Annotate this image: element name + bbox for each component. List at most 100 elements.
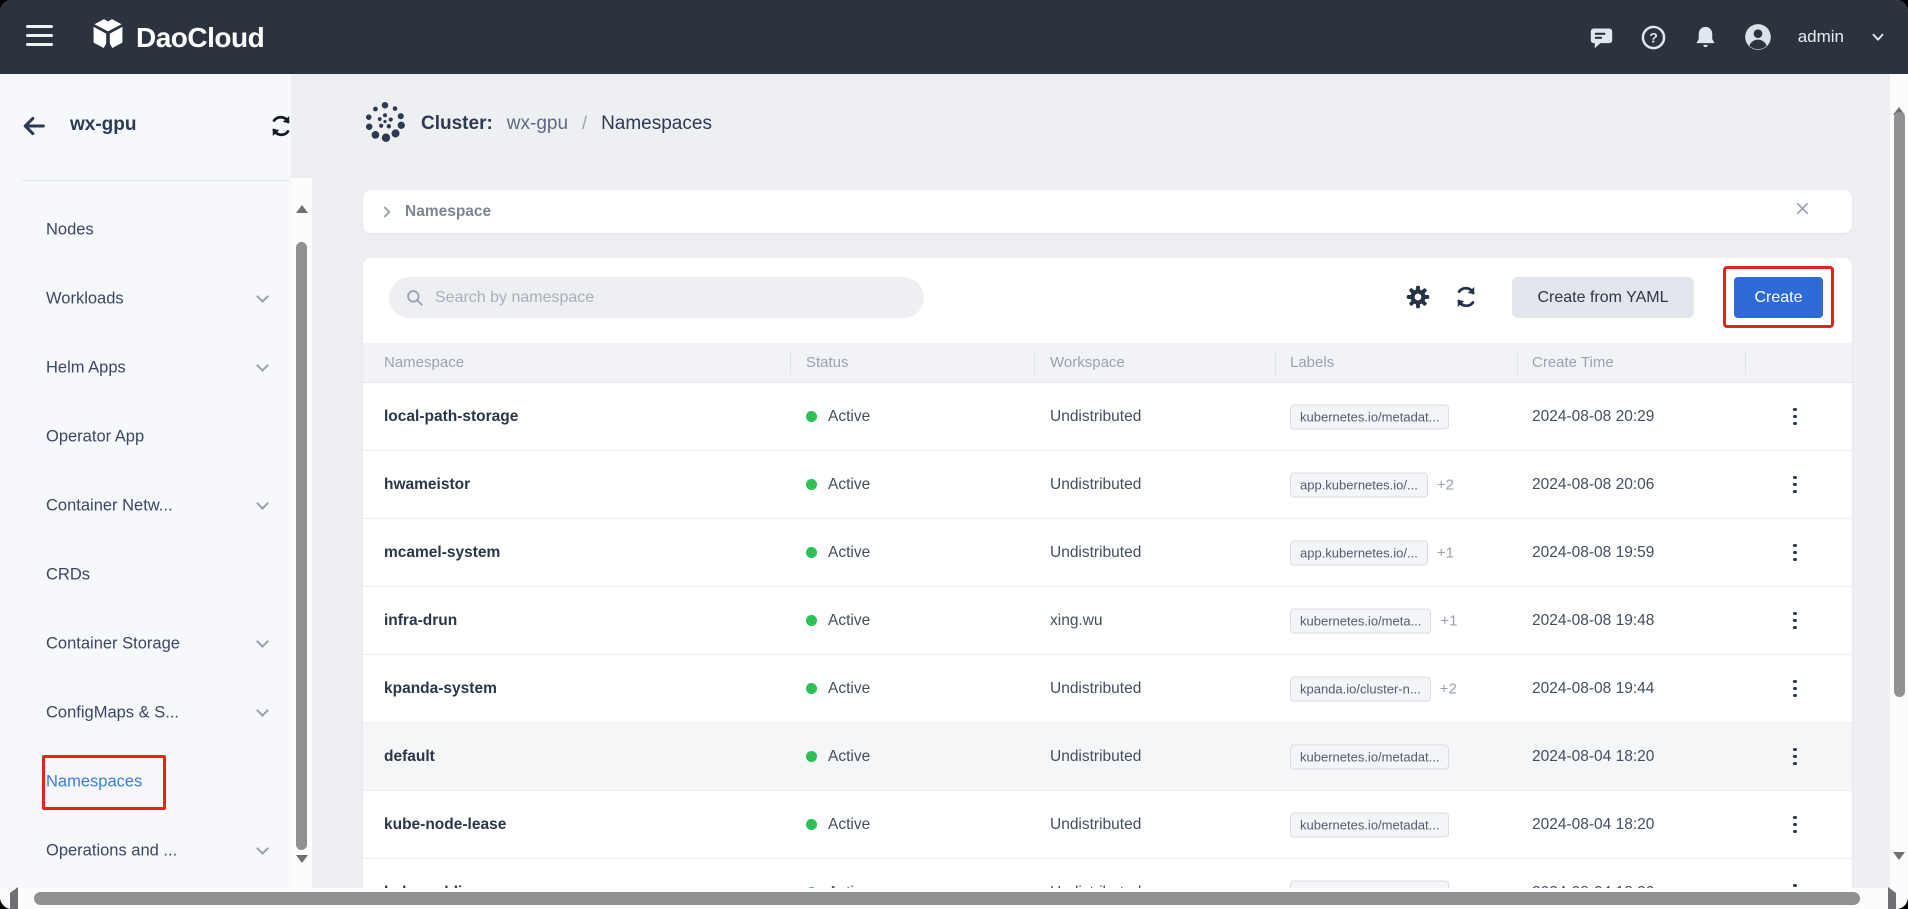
- page-scroll-down-arrow[interactable]: [1893, 860, 1905, 878]
- sidebar-item-container-storage[interactable]: Container Storage: [0, 609, 291, 678]
- label-chip: kubernetes.io/metadat...: [1290, 404, 1449, 429]
- status-dot: [806, 479, 817, 490]
- sidebar-item-nodes[interactable]: Nodes: [0, 195, 291, 264]
- namespace-name[interactable]: hwameistor: [384, 476, 470, 494]
- row-actions-kebab-icon[interactable]: [1777, 671, 1813, 707]
- header-divider: [1517, 352, 1518, 374]
- sidebar-scrollbar-thumb[interactable]: [296, 242, 307, 850]
- header-divider: [1745, 352, 1746, 374]
- sidebar-item-workloads[interactable]: Workloads: [0, 264, 291, 333]
- back-arrow-icon[interactable]: [20, 112, 48, 140]
- page-horizontal-scrollbar-thumb[interactable]: [34, 892, 1860, 905]
- table-row: mcamel-systemActiveUndistributedapp.kube…: [363, 519, 1852, 587]
- table-row: kube-node-leaseActiveUndistributedkubern…: [363, 791, 1852, 859]
- create-button[interactable]: Create: [1734, 277, 1823, 318]
- breadcrumb-cluster-label: Cluster:: [421, 113, 493, 135]
- label-chip: kubernetes.io/meta...: [1290, 608, 1431, 633]
- label-chip: kubernetes.io/metadat...: [1290, 812, 1449, 837]
- status-dot: [806, 411, 817, 422]
- status-cell: Active: [806, 544, 870, 562]
- page-scroll-right-arrow[interactable]: [1888, 893, 1896, 909]
- sidebar-item-namespaces[interactable]: Namespaces: [0, 747, 291, 816]
- sidebar-item-operator-app[interactable]: Operator App: [0, 402, 291, 471]
- sidebar-item-container-netw[interactable]: Container Netw...: [0, 471, 291, 540]
- extra-labels-count: +2: [1440, 680, 1457, 697]
- labels-cell: kubernetes.io/meta...+1: [1290, 608, 1458, 633]
- sidebar-item-label: Operations and ...: [46, 841, 177, 860]
- search-box: [389, 277, 924, 318]
- close-icon[interactable]: [1792, 201, 1812, 221]
- create-time-cell: 2024-08-08 20:29: [1532, 408, 1654, 426]
- gear-icon[interactable]: [1405, 284, 1431, 310]
- page-scroll-up-arrow[interactable]: [1893, 90, 1905, 108]
- workspace-cell: Undistributed: [1050, 476, 1141, 494]
- header-divider: [790, 352, 791, 374]
- status-cell: Active: [806, 748, 870, 766]
- sidebar-cluster-name: wx-gpu: [70, 114, 137, 136]
- table-body: local-path-storage Active Undistributed kub…: [363, 383, 1852, 888]
- labels-cell: kubernetes.io/metadat...: [1290, 880, 1449, 888]
- namespace-name[interactable]: local-path-storage: [384, 408, 518, 426]
- status-cell: Active: [806, 680, 870, 698]
- workspace-cell: xing.wu: [1050, 612, 1103, 630]
- sidebar-item-crds[interactable]: CRDs: [0, 540, 291, 609]
- messages-icon[interactable]: [1588, 23, 1616, 51]
- notifications-icon[interactable]: [1692, 23, 1720, 51]
- search-icon: [405, 288, 425, 308]
- brand-logo[interactable]: DaoCloud: [90, 14, 264, 61]
- label-chip: kubernetes.io/metadat...: [1290, 744, 1449, 769]
- row-actions-kebab-icon[interactable]: [1777, 535, 1813, 571]
- namespace-name[interactable]: default: [384, 748, 435, 766]
- search-input[interactable]: [435, 289, 924, 307]
- breadcrumb-separator: /: [582, 113, 587, 134]
- namespace-name[interactable]: infra-drun: [384, 612, 457, 630]
- labels-cell: kpanda.io/cluster-n...+2: [1290, 676, 1457, 701]
- sidebar-scroll-up-arrow[interactable]: [296, 188, 308, 206]
- table-header: NamespaceStatusWorkspaceLabelsCreate Tim…: [363, 343, 1852, 383]
- hamburger-menu-icon[interactable]: [26, 25, 54, 49]
- header-divider: [1034, 352, 1035, 374]
- row-actions-kebab-icon[interactable]: [1777, 807, 1813, 843]
- chevron-right-icon[interactable]: [379, 206, 390, 217]
- switch-cluster-icon[interactable]: [268, 113, 296, 141]
- cluster-dots-icon: [363, 98, 407, 149]
- status-cell: Active: [806, 612, 870, 630]
- sidebar-item-helm-apps[interactable]: Helm Apps: [0, 333, 291, 402]
- user-avatar-icon[interactable]: [1744, 23, 1772, 51]
- row-actions-kebab-icon[interactable]: [1777, 875, 1813, 889]
- namespace-name[interactable]: mcamel-system: [384, 544, 500, 562]
- namespace-name[interactable]: kpanda-system: [384, 680, 497, 698]
- sidebar-item-label: Nodes: [46, 220, 94, 239]
- sidebar-item-configmaps-s[interactable]: ConfigMaps & S...: [0, 678, 291, 747]
- row-actions-kebab-icon[interactable]: [1777, 739, 1813, 775]
- row-actions-kebab-icon[interactable]: [1777, 603, 1813, 639]
- label-chip: app.kubernetes.io/...: [1290, 472, 1428, 497]
- chevron-down-icon[interactable]: [1868, 23, 1888, 51]
- status-label: Active: [828, 612, 870, 630]
- row-actions-kebab-icon[interactable]: [1777, 467, 1813, 503]
- refresh-icon[interactable]: [1453, 284, 1479, 310]
- header-divider: [1275, 352, 1276, 374]
- labels-cell: app.kubernetes.io/...+1: [1290, 540, 1454, 565]
- status-dot: [806, 751, 817, 762]
- page-scroll-left-arrow[interactable]: [10, 893, 18, 909]
- sidebar-scroll-down-arrow[interactable]: [296, 863, 308, 881]
- daocloud-cube-icon: [90, 14, 126, 61]
- status-label: Active: [828, 476, 870, 494]
- chevron-down-icon: [256, 497, 269, 510]
- chevron-down-icon: [256, 290, 269, 303]
- extra-labels-count: +1: [1437, 544, 1454, 561]
- namespace-name[interactable]: kube-node-lease: [384, 816, 506, 834]
- sidebar-item-operations-and[interactable]: Operations and ...: [0, 816, 291, 885]
- status-label: Active: [828, 544, 870, 562]
- main-content: Cluster: wx-gpu / Namespaces Namespace: [312, 74, 1890, 888]
- create-from-yaml-button[interactable]: Create from YAML: [1512, 277, 1694, 318]
- status-dot: [806, 547, 817, 558]
- breadcrumb-cluster-name[interactable]: wx-gpu: [507, 113, 568, 135]
- help-icon[interactable]: ?: [1640, 23, 1668, 51]
- table-row: local-path-storageActiveUndistributedkub…: [363, 383, 1852, 451]
- chevron-down-icon: [256, 359, 269, 372]
- status-label: Active: [828, 408, 870, 426]
- row-actions-kebab-icon[interactable]: [1777, 399, 1813, 435]
- page-vertical-scrollbar-thumb[interactable]: [1894, 112, 1905, 697]
